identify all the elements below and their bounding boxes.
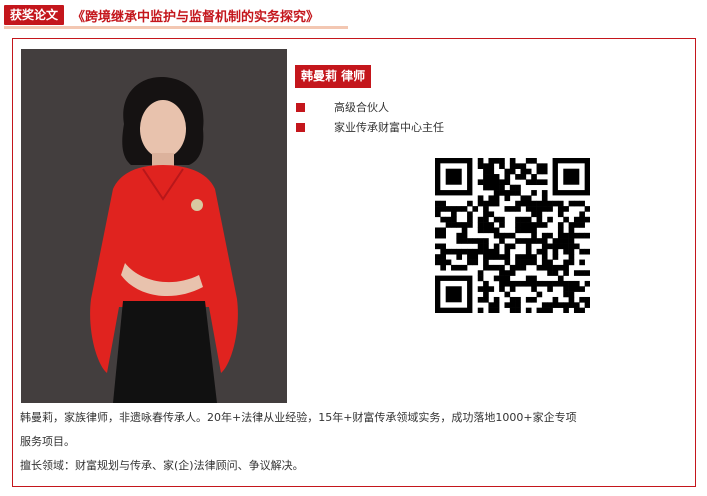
title-underline	[4, 26, 348, 29]
award-badge: 获奖论文	[4, 5, 65, 25]
profile-card: 韩曼莉 律师 高级合伙人 家业传承财富中心主任 韩曼莉，家族律师，非遗咏春传承人…	[12, 38, 696, 487]
bio-line: 服务项目。	[20, 435, 75, 448]
article-title[interactable]: 《跨境继承中监护与监督机制的实务探究》	[72, 6, 319, 25]
bio-specialty: 擅长领域：财富规划与传承、家(企)法律顾问、争议解决。	[20, 459, 304, 472]
lawyer-name-tag: 韩曼莉 律师	[295, 65, 372, 88]
role-label: 高级合伙人	[334, 101, 389, 114]
qr-code-icon[interactable]	[435, 158, 591, 314]
role-item: 家业传承财富中心主任	[296, 117, 444, 137]
square-bullet-icon	[296, 102, 305, 112]
article-header: 获奖论文 《跨境继承中监护与监督机制的实务探究》	[4, 4, 319, 26]
lawyer-bio: 韩曼莉，家族律师，非遗咏春传承人。20年+法律从业经验，15年+财富传承领域实务…	[20, 406, 694, 478]
role-label: 家业传承财富中心主任	[334, 121, 444, 134]
bio-line: 韩曼莉，家族律师，非遗咏春传承人。20年+法律从业经验，15年+财富传承领域实务…	[20, 411, 577, 424]
role-item: 高级合伙人	[296, 97, 444, 117]
square-bullet-icon	[296, 122, 305, 132]
role-list: 高级合伙人 家业传承财富中心主任	[296, 97, 444, 137]
lawyer-photo	[21, 49, 287, 403]
